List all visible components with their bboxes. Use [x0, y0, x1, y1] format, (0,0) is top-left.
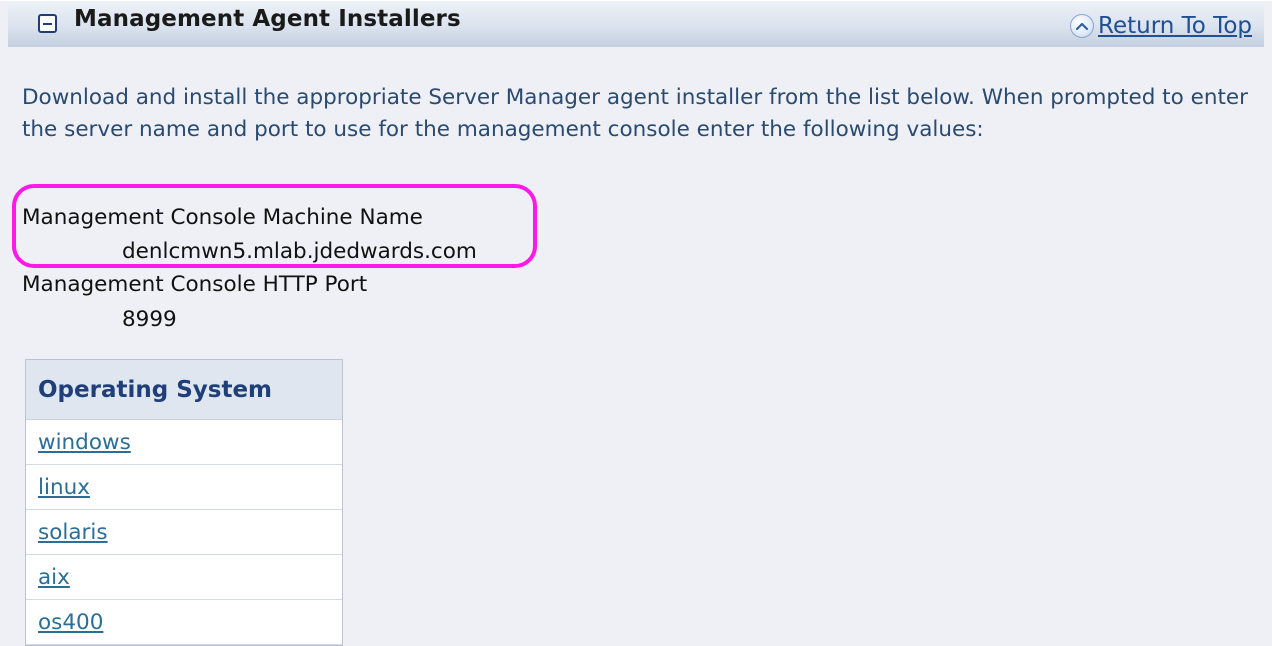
os-row-windows: windows [26, 420, 342, 465]
machine-name-label: Management Console Machine Name [22, 205, 423, 230]
collapse-minus-icon[interactable] [38, 14, 57, 33]
os-link-solaris[interactable]: solaris [38, 520, 108, 545]
intro-text: Download and install the appropriate Ser… [22, 85, 1248, 142]
os-link-os400[interactable]: os400 [38, 610, 103, 635]
chevron-up-icon[interactable] [1070, 14, 1095, 38]
http-port-label: Management Console HTTP Port [22, 272, 368, 297]
return-to-top-label[interactable]: Return To Top [1098, 13, 1252, 39]
http-port-value: 8999 [122, 307, 177, 332]
section-title: Management Agent Installers [74, 6, 461, 32]
machine-name-value: denlcmwn5.mlab.jdedwards.com [122, 239, 477, 264]
os-table-header: Operating System [26, 360, 342, 420]
os-link-linux[interactable]: linux [38, 475, 90, 500]
section-header: Management Agent Installers Return To To… [8, 1, 1264, 47]
os-link-windows[interactable]: windows [38, 430, 131, 455]
os-row-os400: os400 [26, 600, 342, 645]
page: Management Agent Installers Return To To… [0, 0, 1272, 646]
return-to-top-link[interactable]: Return To Top [1070, 13, 1252, 39]
os-row-solaris: solaris [26, 510, 342, 555]
os-link-aix[interactable]: aix [38, 565, 70, 590]
os-row-aix: aix [26, 555, 342, 600]
os-table: Operating System windows linux solaris a… [25, 359, 343, 646]
os-row-linux: linux [26, 465, 342, 510]
